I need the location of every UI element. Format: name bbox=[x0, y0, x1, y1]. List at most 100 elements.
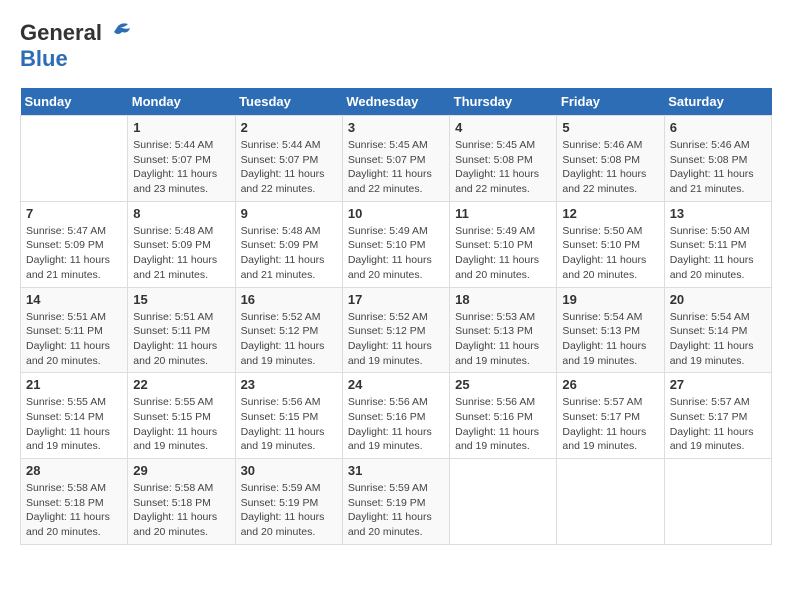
weekday-header: Wednesday bbox=[342, 88, 449, 116]
calendar-cell: 30 Sunrise: 5:59 AMSunset: 5:19 PMDayligh… bbox=[235, 459, 342, 545]
logo: General Blue bbox=[20, 20, 132, 72]
weekday-header: Thursday bbox=[450, 88, 557, 116]
day-number: 30 bbox=[241, 463, 337, 478]
calendar-cell: 11 Sunrise: 5:49 AMSunset: 5:10 PMDayligh… bbox=[450, 201, 557, 287]
calendar-header: SundayMondayTuesdayWednesdayThursdayFrid… bbox=[21, 88, 772, 116]
calendar-cell: 10 Sunrise: 5:49 AMSunset: 5:10 PMDayligh… bbox=[342, 201, 449, 287]
calendar-cell: 27 Sunrise: 5:57 AMSunset: 5:17 PMDayligh… bbox=[664, 373, 771, 459]
day-info: Sunrise: 5:49 AMSunset: 5:10 PMDaylight:… bbox=[455, 224, 551, 283]
weekday-header: Friday bbox=[557, 88, 664, 116]
day-info: Sunrise: 5:50 AMSunset: 5:11 PMDaylight:… bbox=[670, 224, 766, 283]
calendar-cell: 8 Sunrise: 5:48 AMSunset: 5:09 PMDaylight… bbox=[128, 201, 235, 287]
day-number: 11 bbox=[455, 206, 551, 221]
calendar-cell: 20 Sunrise: 5:54 AMSunset: 5:14 PMDayligh… bbox=[664, 287, 771, 373]
calendar-cell: 14 Sunrise: 5:51 AMSunset: 5:11 PMDayligh… bbox=[21, 287, 128, 373]
day-number: 24 bbox=[348, 377, 444, 392]
day-number: 14 bbox=[26, 292, 122, 307]
calendar-cell: 15 Sunrise: 5:51 AMSunset: 5:11 PMDayligh… bbox=[128, 287, 235, 373]
day-number: 1 bbox=[133, 120, 229, 135]
day-info: Sunrise: 5:58 AMSunset: 5:18 PMDaylight:… bbox=[26, 481, 122, 540]
day-info: Sunrise: 5:53 AMSunset: 5:13 PMDaylight:… bbox=[455, 310, 551, 369]
calendar-cell bbox=[557, 459, 664, 545]
day-number: 12 bbox=[562, 206, 658, 221]
day-number: 2 bbox=[241, 120, 337, 135]
day-info: Sunrise: 5:47 AMSunset: 5:09 PMDaylight:… bbox=[26, 224, 122, 283]
day-info: Sunrise: 5:59 AMSunset: 5:19 PMDaylight:… bbox=[348, 481, 444, 540]
calendar-cell: 28 Sunrise: 5:58 AMSunset: 5:18 PMDayligh… bbox=[21, 459, 128, 545]
day-info: Sunrise: 5:57 AMSunset: 5:17 PMDaylight:… bbox=[562, 395, 658, 454]
calendar-cell: 18Sunrise: 5:53 AMSunset: 5:13 PMDayligh… bbox=[450, 287, 557, 373]
weekday-header: Tuesday bbox=[235, 88, 342, 116]
calendar-table: SundayMondayTuesdayWednesdayThursdayFrid… bbox=[20, 88, 772, 545]
weekday-header: Sunday bbox=[21, 88, 128, 116]
day-info: Sunrise: 5:51 AMSunset: 5:11 PMDaylight:… bbox=[26, 310, 122, 369]
day-number: 19 bbox=[562, 292, 658, 307]
calendar-cell: 13 Sunrise: 5:50 AMSunset: 5:11 PMDayligh… bbox=[664, 201, 771, 287]
calendar-cell: 17 Sunrise: 5:52 AMSunset: 5:12 PMDayligh… bbox=[342, 287, 449, 373]
day-number: 22 bbox=[133, 377, 229, 392]
calendar-cell bbox=[450, 459, 557, 545]
day-number: 20 bbox=[670, 292, 766, 307]
calendar-cell: 25 Sunrise: 5:56 AMSunset: 5:16 PMDayligh… bbox=[450, 373, 557, 459]
day-info: Sunrise: 5:59 AMSunset: 5:19 PMDaylight:… bbox=[241, 481, 337, 540]
calendar-cell: 16 Sunrise: 5:52 AMSunset: 5:12 PMDayligh… bbox=[235, 287, 342, 373]
calendar-cell: 24 Sunrise: 5:56 AMSunset: 5:16 PMDayligh… bbox=[342, 373, 449, 459]
day-info: Sunrise: 5:54 AMSunset: 5:14 PMDaylight:… bbox=[670, 310, 766, 369]
day-number: 13 bbox=[670, 206, 766, 221]
day-number: 5 bbox=[562, 120, 658, 135]
calendar-cell: 9 Sunrise: 5:48 AMSunset: 5:09 PMDaylight… bbox=[235, 201, 342, 287]
calendar-cell: 23Sunrise: 5:56 AMSunset: 5:15 PMDayligh… bbox=[235, 373, 342, 459]
day-number: 23 bbox=[241, 377, 337, 392]
day-info: Sunrise: 5:48 AMSunset: 5:09 PMDaylight:… bbox=[133, 224, 229, 283]
day-number: 8 bbox=[133, 206, 229, 221]
day-number: 16 bbox=[241, 292, 337, 307]
logo-blue: Blue bbox=[20, 46, 68, 71]
calendar-cell: 4Sunrise: 5:45 AMSunset: 5:08 PMDaylight… bbox=[450, 116, 557, 202]
day-info: Sunrise: 5:46 AMSunset: 5:08 PMDaylight:… bbox=[562, 138, 658, 197]
day-number: 7 bbox=[26, 206, 122, 221]
day-number: 26 bbox=[562, 377, 658, 392]
calendar-cell: 22 Sunrise: 5:55 AMSunset: 5:15 PMDayligh… bbox=[128, 373, 235, 459]
day-number: 3 bbox=[348, 120, 444, 135]
day-number: 21 bbox=[26, 377, 122, 392]
day-info: Sunrise: 5:44 AMSunset: 5:07 PMDaylight:… bbox=[133, 138, 229, 197]
day-info: Sunrise: 5:51 AMSunset: 5:11 PMDaylight:… bbox=[133, 310, 229, 369]
calendar-cell: 7 Sunrise: 5:47 AMSunset: 5:09 PMDaylight… bbox=[21, 201, 128, 287]
calendar-cell: 6Sunrise: 5:46 AMSunset: 5:08 PMDaylight… bbox=[664, 116, 771, 202]
day-info: Sunrise: 5:44 AMSunset: 5:07 PMDaylight:… bbox=[241, 138, 337, 197]
day-info: Sunrise: 5:49 AMSunset: 5:10 PMDaylight:… bbox=[348, 224, 444, 283]
day-info: Sunrise: 5:54 AMSunset: 5:13 PMDaylight:… bbox=[562, 310, 658, 369]
calendar-cell: 2 Sunrise: 5:44 AMSunset: 5:07 PMDaylight… bbox=[235, 116, 342, 202]
day-info: Sunrise: 5:58 AMSunset: 5:18 PMDaylight:… bbox=[133, 481, 229, 540]
calendar-cell: 21 Sunrise: 5:55 AMSunset: 5:14 PMDayligh… bbox=[21, 373, 128, 459]
day-info: Sunrise: 5:48 AMSunset: 5:09 PMDaylight:… bbox=[241, 224, 337, 283]
day-info: Sunrise: 5:50 AMSunset: 5:10 PMDaylight:… bbox=[562, 224, 658, 283]
day-info: Sunrise: 5:55 AMSunset: 5:14 PMDaylight:… bbox=[26, 395, 122, 454]
calendar-cell: 5 Sunrise: 5:46 AMSunset: 5:08 PMDaylight… bbox=[557, 116, 664, 202]
logo-general: General bbox=[20, 20, 102, 46]
day-info: Sunrise: 5:56 AMSunset: 5:16 PMDaylight:… bbox=[455, 395, 551, 454]
day-info: Sunrise: 5:55 AMSunset: 5:15 PMDaylight:… bbox=[133, 395, 229, 454]
day-number: 29 bbox=[133, 463, 229, 478]
calendar-cell: 26 Sunrise: 5:57 AMSunset: 5:17 PMDayligh… bbox=[557, 373, 664, 459]
day-info: Sunrise: 5:52 AMSunset: 5:12 PMDaylight:… bbox=[348, 310, 444, 369]
day-number: 25 bbox=[455, 377, 551, 392]
day-number: 10 bbox=[348, 206, 444, 221]
day-number: 28 bbox=[26, 463, 122, 478]
calendar-cell: 12 Sunrise: 5:50 AMSunset: 5:10 PMDayligh… bbox=[557, 201, 664, 287]
calendar-cell: 3 Sunrise: 5:45 AMSunset: 5:07 PMDaylight… bbox=[342, 116, 449, 202]
calendar-cell: 29 Sunrise: 5:58 AMSunset: 5:18 PMDayligh… bbox=[128, 459, 235, 545]
day-info: Sunrise: 5:56 AMSunset: 5:16 PMDaylight:… bbox=[348, 395, 444, 454]
day-info: Sunrise: 5:45 AMSunset: 5:07 PMDaylight:… bbox=[348, 138, 444, 197]
day-number: 15 bbox=[133, 292, 229, 307]
calendar-cell: 31Sunrise: 5:59 AMSunset: 5:19 PMDayligh… bbox=[342, 459, 449, 545]
day-info: Sunrise: 5:46 AMSunset: 5:08 PMDaylight:… bbox=[670, 138, 766, 197]
day-number: 9 bbox=[241, 206, 337, 221]
day-number: 17 bbox=[348, 292, 444, 307]
day-info: Sunrise: 5:45 AMSunset: 5:08 PMDaylight:… bbox=[455, 138, 551, 197]
day-number: 27 bbox=[670, 377, 766, 392]
day-info: Sunrise: 5:52 AMSunset: 5:12 PMDaylight:… bbox=[241, 310, 337, 369]
calendar-cell: 1 Sunrise: 5:44 AMSunset: 5:07 PMDaylight… bbox=[128, 116, 235, 202]
day-info: Sunrise: 5:57 AMSunset: 5:17 PMDaylight:… bbox=[670, 395, 766, 454]
page-header: General Blue bbox=[20, 20, 772, 72]
